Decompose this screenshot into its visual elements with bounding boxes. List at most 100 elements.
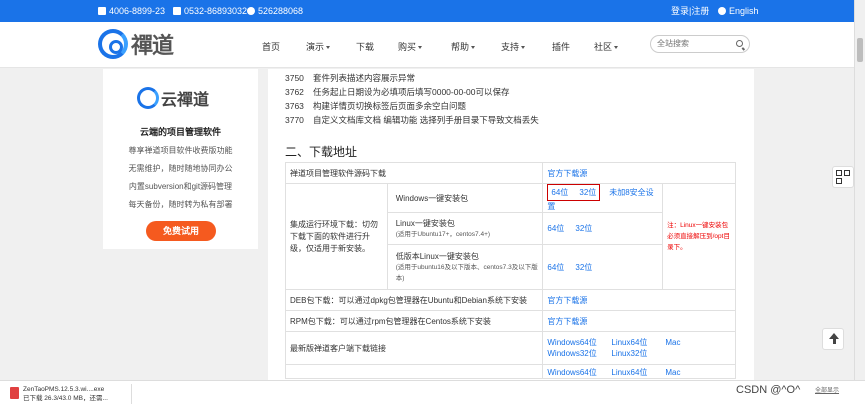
scrollbar-thumb[interactable] [857, 38, 863, 62]
download-item[interactable]: ZenTaoPMS.12.5.3.wi....exe 已下载 26.3/43.0… [10, 385, 108, 403]
site-search [650, 35, 750, 53]
deb-download-link[interactable]: 官方下载源 [547, 296, 587, 305]
download-section-title: 二、下载地址 [285, 145, 358, 159]
nav-item-plugins[interactable]: 插件 [552, 40, 570, 53]
table-row: RPM包下载：可以通过rpm包管理器在Centos系统下安装 官方下载源 [284, 310, 736, 332]
rpm-cell: 官方下载源 [542, 310, 736, 332]
main-nav: 禪道 首页 演示 下载 购买 帮助 支持 插件 社区 [0, 22, 854, 68]
next-win64-link[interactable]: Windows64位 [547, 367, 611, 378]
chevron-down-icon [521, 46, 526, 50]
cloud-promo-card: 云禪道 云端的项目管理软件 尊享禅道项目软件收费版功能 无需维护，随时随地协同办… [103, 69, 258, 249]
download-progress: 已下载 26.3/43.0 MB，还需... [23, 395, 108, 402]
windows-links: 64位 32位 未加8安全设置 [542, 183, 664, 213]
bug-item: 3750 套件列表描述内容展示异常 [285, 73, 416, 83]
nav-item-demo[interactable]: 演示 [306, 40, 331, 53]
download-bar: ZenTaoPMS.12.5.3.wi....exe 已下载 26.3/43.0… [0, 380, 865, 406]
integrated-label: 集成运行环境下载：切勿下载下面的软件进行升级，仅适用于新安装。 [285, 183, 388, 290]
logo-icon [137, 87, 159, 109]
phone-1: 4006-8899-23 [98, 5, 165, 17]
qq-contact[interactable]: 526288068 [247, 5, 303, 17]
promo-line: 内置subversion和git源码管理 [128, 182, 233, 191]
client-win32-link[interactable]: Windows32位 [547, 348, 611, 359]
linux-64-link[interactable]: 64位 [547, 224, 564, 233]
linux-low-64-link[interactable]: 64位 [547, 263, 564, 272]
client-links: Windows64位 Linux64位 Mac Windows32位 Linux32位 [542, 331, 736, 365]
qr-code-icon [844, 170, 850, 176]
next-mac-link[interactable]: Mac [665, 368, 680, 377]
free-trial-button[interactable]: 免费试用 [146, 221, 216, 241]
page-scrollbar[interactable] [854, 0, 865, 380]
download-filename: ZenTaoPMS.12.5.3.wi....exe [23, 386, 105, 393]
table-row: 集成运行环境下载：切勿下载下面的软件进行升级，仅适用于新安装。 Windows一… [285, 183, 736, 290]
rpm-label: RPM包下载：可以通过rpm包管理器在Centos系统下安装 [284, 310, 544, 332]
linux-low-cell: 低版本Linux一键安装包 (适用于ubuntu16及以下版本、centos7.3… [386, 244, 544, 290]
promo-line: 每天备份，随时转为私有部署 [128, 200, 233, 209]
nav-item-help[interactable]: 帮助 [451, 40, 476, 53]
divider [131, 384, 132, 404]
top-bar: 4006-8899-23 0532-86893032 526288068 登录|… [0, 0, 854, 22]
source-download-link[interactable]: 官方下载源 [547, 169, 587, 178]
phone-icon [173, 7, 181, 15]
next-row-links: Windows64位 Linux64位 Mac [542, 364, 736, 379]
rpm-download-link[interactable]: 官方下载源 [547, 317, 587, 326]
qq-icon [247, 7, 255, 15]
source-cell: 官方下载源 [542, 162, 736, 184]
phone-icon [98, 7, 106, 15]
client-label: 最新版禅道客户端下载链接 [284, 331, 544, 365]
next-linux64-link[interactable]: Linux64位 [611, 367, 665, 378]
linux-note: 注：Linux一键安装包必须直接解压到/opt目录下。 [667, 222, 730, 251]
nav-item-download[interactable]: 下载 [356, 40, 374, 53]
windows-32-link[interactable]: 32位 [579, 188, 596, 197]
nav-item-buy[interactable]: 购买 [398, 40, 423, 53]
table-row: Windows64位 Linux64位 Mac [284, 364, 736, 379]
linux-low-32-link[interactable]: 32位 [575, 263, 592, 272]
promo-line: 无需维护，随时随地协同办公 [128, 164, 233, 173]
linux-32-link[interactable]: 32位 [575, 224, 592, 233]
bug-item: 3762 任务起止日期设为必填项后填写0000-00-00可以保存 [285, 87, 510, 97]
nav-item-home[interactable]: 首页 [262, 40, 280, 53]
linux-links: 64位 32位 [542, 212, 664, 245]
qr-code-button[interactable] [832, 166, 854, 188]
download-table: 禅道项目管理软件源码下载 官方下载源 集成运行环境下载：切勿下载下面的软件进行升… [284, 162, 736, 379]
logo-icon [98, 29, 128, 59]
client-linux32-link[interactable]: Linux32位 [611, 349, 647, 358]
back-to-top-button[interactable] [822, 328, 844, 350]
chevron-down-icon [614, 46, 619, 50]
linux-sub: (适用于Ubuntu17+，centos7.4+) [395, 230, 491, 238]
deb-cell: 官方下载源 [542, 289, 736, 311]
nav-item-community[interactable]: 社区 [594, 40, 619, 53]
linux-label: Linux一键安装包 [395, 218, 455, 228]
client-win64-link[interactable]: Windows64位 [547, 337, 611, 348]
qr-code-icon [836, 170, 842, 176]
chevron-down-icon [418, 46, 423, 50]
table-row: 禅道项目管理软件源码下载 官方下载源 [284, 162, 736, 184]
linux-low-sub: (适用于ubuntu16及以下版本、centos7.3及以下版本) [395, 263, 538, 282]
table-row: DEB包下载：可以通过dpkg包管理器在Ubuntu和Debian系统下安装 官… [284, 289, 736, 311]
client-mac-link[interactable]: Mac [665, 338, 680, 347]
zentao-logo[interactable]: 禪道 [98, 28, 174, 60]
phone-2: 0532-86893032 [173, 5, 247, 17]
linux-note-cell: 注：Linux一键安装包必须直接解压到/opt目录下。 [662, 183, 736, 290]
linux-cell: Linux一键安装包 (适用于Ubuntu17+，centos7.4+) [386, 212, 544, 245]
globe-icon [718, 7, 726, 15]
qr-code-icon [836, 178, 842, 184]
cloud-zentao-logo: 云禪道 [137, 86, 209, 110]
client-linux64-link[interactable]: Linux64位 [611, 337, 665, 348]
windows-link-group: 64位 32位 [547, 184, 601, 201]
promo-title: 云端的项目管理软件 [139, 127, 221, 137]
main-content: 3750 套件列表描述内容展示异常 3762 任务起止日期设为必填项后填写0000-… [268, 69, 754, 406]
promo-line: 尊享禅道项目软件收费版功能 [128, 146, 233, 155]
windows-64-link[interactable]: 64位 [551, 188, 568, 197]
windows-label: Windows一键安装包 [386, 183, 544, 213]
bug-item: 3763 构建详情页切换标签后页面多余空白问题 [285, 101, 467, 111]
search-icon[interactable] [736, 40, 743, 47]
table-row: 最新版禅道客户端下载链接 Windows64位 Linux64位 Mac Windo… [284, 331, 736, 365]
language-switch[interactable]: English [718, 5, 759, 17]
nav-item-support[interactable]: 支持 [501, 40, 526, 53]
source-label: 禅道项目管理软件源码下载 [284, 162, 544, 184]
bug-item: 3770 自定义文档库文档 编辑功能 选择列手册目录下导致文档丢失 [285, 115, 539, 125]
search-input[interactable] [657, 39, 737, 48]
login-register-link[interactable]: 登录|注册 [671, 5, 709, 17]
show-all-link[interactable]: 全部显示 [815, 385, 839, 394]
file-icon [10, 387, 19, 399]
